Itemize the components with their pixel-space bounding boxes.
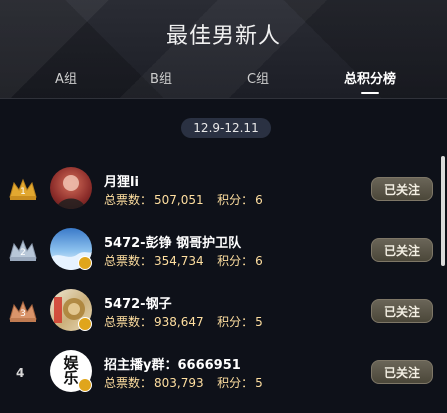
points-label: 积分： [217,193,254,207]
streamer-name[interactable]: 月狸li [104,171,139,190]
votes-value: 938,647 [154,315,204,329]
level-badge-icon [78,256,92,270]
vote-stats: 总票数： 803,793 积分： 5 [104,374,265,391]
active-tab-underline [360,92,379,94]
tab-total-ranking-label: 总积分榜 [343,72,397,87]
leaderboard-row: 1 月狸li 总票数： 507,051 积分： 6 已关注 [0,167,447,217]
tab-group-a[interactable]: A组 [55,68,77,87]
votes-value: 354,734 [154,254,204,268]
follow-button[interactable]: 已关注 [371,360,433,384]
vote-stats: 总票数： 507,051 积分： 6 [104,191,265,208]
tab-group-b[interactable]: B组 [150,68,172,87]
tab-bar: A组 B组 C组 总积分榜 [0,68,447,98]
avatar[interactable] [50,167,92,209]
vote-stats: 总票数： 354,734 积分： 6 [104,252,265,269]
tab-group-c[interactable]: C组 [247,68,269,87]
votes-value: 507,051 [154,193,204,207]
leaderboard-row: 3 5472-钢子 总票数： 938,647 积分： 5 已关注 [0,289,447,339]
points-label: 积分： [217,254,254,268]
follow-button[interactable]: 已关注 [371,177,433,201]
svg-text:1: 1 [20,187,26,197]
level-badge-icon [78,378,92,392]
votes-label: 总票数： [104,193,153,207]
crown-bronze-icon: 3 [9,300,37,322]
crown-silver-icon: 2 [9,239,37,261]
points-value: 6 [255,254,263,268]
leaderboard-row: 4 娱 乐 招主播y群：6666951 总票数： 803,793 积分： 5 已关注 [0,350,447,400]
rank-number: 4 [16,366,25,380]
tab-total-ranking[interactable]: 总积分榜 [343,68,397,94]
follow-button[interactable]: 已关注 [371,238,433,262]
votes-label: 总票数： [104,254,153,268]
page-title: 最佳男新人 [165,24,281,49]
leaderboard-row: 2 5472-彭铮 钢哥护卫队 总票数： 354,734 积分： 6 已关注 [0,228,447,278]
streamer-name[interactable]: 招主播y群：6666951 [104,354,241,373]
points-value: 6 [255,193,263,207]
date-range-pill: 12.9-12.11 [181,118,271,138]
vote-stats: 总票数： 938,647 积分： 5 [104,313,265,330]
scrollbar[interactable] [441,156,445,266]
svg-text:3: 3 [20,309,26,319]
svg-text:2: 2 [20,248,26,258]
crown-gold-icon: 1 [9,178,37,200]
follow-button[interactable]: 已关注 [371,299,433,323]
points-value: 5 [255,376,263,390]
level-badge-icon [78,317,92,331]
votes-label: 总票数： [104,376,153,390]
votes-label: 总票数： [104,315,153,329]
avatar-text-bottom: 乐 [63,369,79,387]
points-label: 积分： [217,376,254,390]
streamer-name[interactable]: 5472-彭铮 钢哥护卫队 [104,232,241,251]
points-label: 积分： [217,315,254,329]
votes-value: 803,793 [154,376,204,390]
points-value: 5 [255,315,263,329]
header-banner: 最佳男新人 A组 B组 C组 总积分榜 [0,0,447,99]
streamer-name[interactable]: 5472-钢子 [104,293,172,312]
